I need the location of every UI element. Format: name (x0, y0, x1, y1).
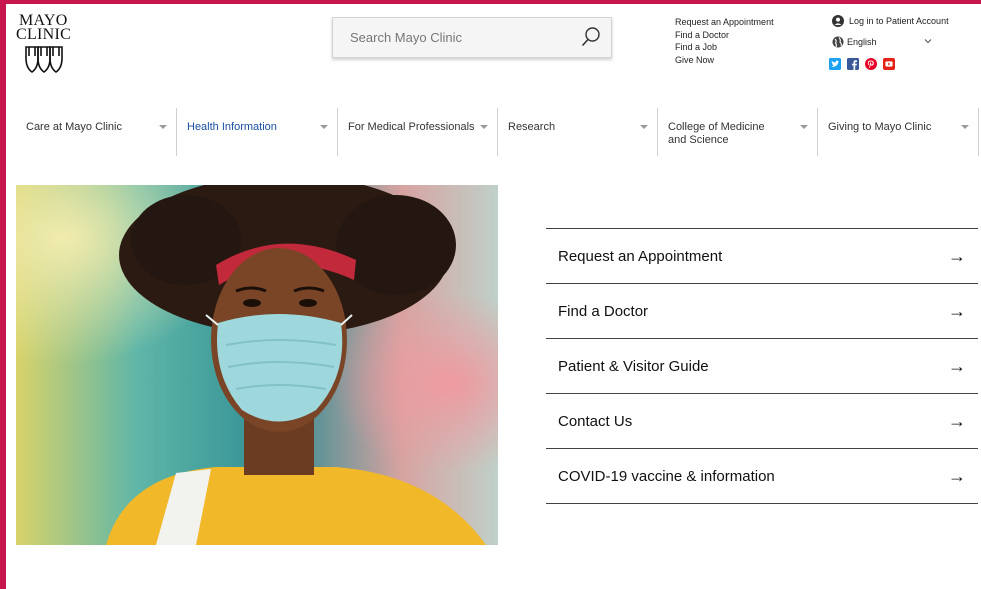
action-label: COVID-19 vaccine & information (558, 467, 775, 485)
utility-link-request-appointment[interactable]: Request an Appointment (675, 16, 774, 29)
nav-item-label: Care at Mayo Clinic (26, 121, 122, 133)
utility-link-find-doctor[interactable]: Find a Doctor (675, 29, 774, 42)
nav-item-care-at-mayo-clinic[interactable]: Care at Mayo Clinic (16, 108, 177, 156)
accent-frame-top (0, 0, 981, 4)
nav-item-giving-to-mayo-clinic[interactable]: Giving to Mayo Clinic (818, 108, 979, 156)
nav-item-label: Research (508, 121, 556, 133)
search-input[interactable] (333, 18, 563, 57)
action-label: Patient & Visitor Guide (558, 357, 709, 375)
twitter-icon[interactable] (829, 57, 841, 70)
globe-icon (832, 36, 844, 47)
nav-item-for-medical-professionals[interactable]: For Medical Professionals (338, 108, 498, 156)
language-selected: English (847, 36, 877, 47)
arrow-right-icon: → (948, 465, 966, 486)
arrow-right-icon: → (948, 410, 966, 431)
action-find-doctor[interactable]: Find a Doctor → (546, 284, 978, 339)
facebook-icon[interactable] (847, 57, 859, 70)
action-covid-19-vaccine[interactable]: COVID-19 vaccine & information → (546, 449, 978, 504)
caret-down-icon (480, 125, 488, 129)
quick-actions-list: Request an Appointment → Find a Doctor →… (546, 228, 978, 504)
caret-down-icon (961, 125, 969, 129)
youtube-icon[interactable] (883, 57, 895, 70)
caret-down-icon (159, 125, 167, 129)
language-select[interactable]: English (832, 33, 938, 50)
caret-down-icon (800, 125, 808, 129)
action-label: Contact Us (558, 412, 633, 430)
utility-links: Request an Appointment Find a Doctor Fin… (675, 16, 774, 66)
arrow-right-icon: → (948, 245, 966, 266)
pinterest-icon[interactable] (865, 57, 877, 70)
nav-item-label: Giving to Mayo Clinic (828, 121, 932, 133)
chevron-down-icon (924, 39, 932, 44)
user-icon (832, 15, 844, 27)
caret-down-icon (640, 125, 648, 129)
nav-item-label: Health Information (187, 121, 277, 133)
arrow-right-icon: → (948, 355, 966, 376)
hero-image (16, 185, 498, 545)
action-request-appointment[interactable]: Request an Appointment → (546, 229, 978, 284)
search-box (332, 17, 612, 58)
nav-item-research[interactable]: Research (498, 108, 658, 156)
main-nav: Care at Mayo Clinic Health Information F… (16, 108, 981, 156)
nav-item-college-of-medicine-and-science[interactable]: College of Medicine and Science (658, 108, 818, 156)
mayo-clinic-logo[interactable]: MAYO CLINIC (16, 13, 78, 74)
utility-link-give-now[interactable]: Give Now (675, 54, 774, 67)
logo-text-clinic: CLINIC (16, 26, 72, 43)
accent-frame-left (0, 0, 6, 589)
utility-link-find-job[interactable]: Find a Job (675, 41, 774, 54)
action-contact-us[interactable]: Contact Us → (546, 394, 978, 449)
arrow-right-icon: → (948, 300, 966, 321)
patient-account-link[interactable]: Log in to Patient Account (832, 15, 949, 27)
shield-logo-icon (25, 46, 63, 73)
search-icon[interactable] (579, 25, 603, 49)
account-label: Log in to Patient Account (849, 16, 949, 26)
action-label: Find a Doctor (558, 302, 649, 320)
action-label: Request an Appointment (558, 247, 723, 265)
social-links (829, 57, 895, 70)
nav-item-label: College of Medicine and Science (668, 121, 765, 146)
nav-item-health-information[interactable]: Health Information (177, 108, 338, 156)
nav-item-label: For Medical Professionals (348, 121, 475, 133)
caret-down-icon (320, 125, 328, 129)
action-patient-visitor-guide[interactable]: Patient & Visitor Guide → (546, 339, 978, 394)
